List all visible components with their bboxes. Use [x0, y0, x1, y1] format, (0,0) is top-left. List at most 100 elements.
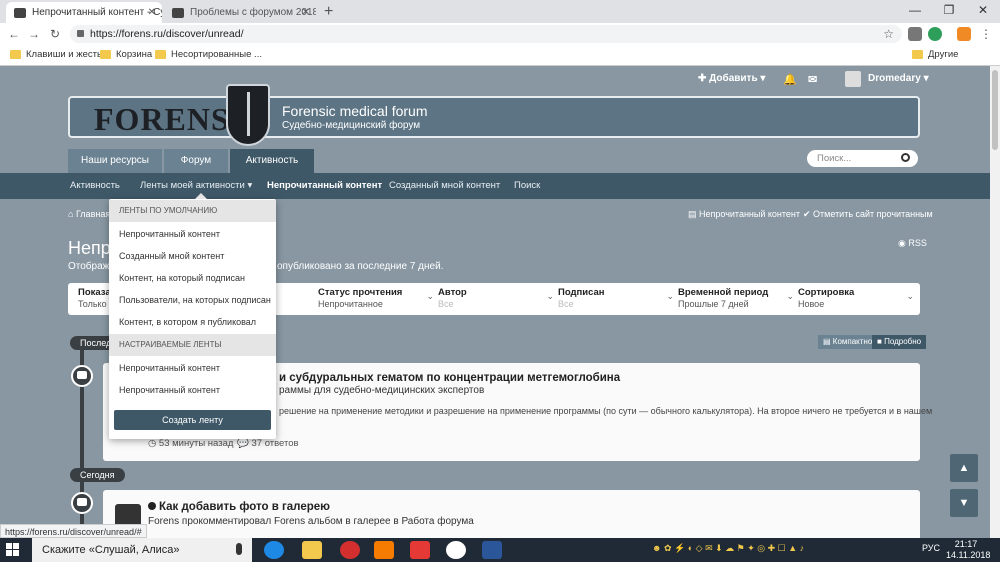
- shield-sword-logo-icon: [226, 84, 270, 146]
- microphone-icon[interactable]: [236, 543, 242, 555]
- clock[interactable]: 21:17 14.11.2018: [946, 539, 990, 561]
- item-replies[interactable]: 💬 37 ответов: [237, 438, 299, 449]
- minimize-icon[interactable]: —: [898, 0, 932, 23]
- messages-envelope-icon[interactable]: ✉: [808, 73, 817, 86]
- stream-unread[interactable]: Непрочитанный контент: [119, 229, 220, 239]
- yandex-browser-icon[interactable]: [446, 541, 466, 559]
- search-input[interactable]: Поиск...: [807, 150, 918, 167]
- reload-icon[interactable]: ↻: [47, 25, 63, 43]
- chevron-down-icon: ⌄: [906, 291, 914, 301]
- subnav-unread[interactable]: Непрочитанный контент: [267, 180, 382, 191]
- unread-dot-icon: [148, 502, 156, 510]
- comment-icon: [71, 365, 93, 387]
- item-title[interactable]: Как добавить фото в галерею: [148, 501, 330, 513]
- item-subtitle[interactable]: раммы для судебно-медицинских экспертов: [279, 385, 484, 396]
- address-bar[interactable]: https://forens.ru/discover/unread/ ☆: [70, 25, 902, 43]
- close-tab-icon[interactable]: ✕: [148, 2, 156, 23]
- scroll-up-button[interactable]: ▲: [950, 454, 978, 482]
- site-subtitle: Судебно-медицинский форум: [282, 120, 421, 131]
- folder-icon: [100, 50, 111, 59]
- extension-icon[interactable]: [957, 27, 971, 41]
- file-explorer-icon[interactable]: [302, 541, 322, 559]
- page-scrollbar[interactable]: [990, 66, 1000, 538]
- notifications-bell-icon[interactable]: 🔔: [783, 73, 797, 86]
- extension-icon[interactable]: [928, 27, 942, 41]
- settings-app-icon[interactable]: [374, 541, 394, 559]
- tab-title: Непрочитанный контент - Судебно-медицинс…: [32, 7, 162, 18]
- activity-item[interactable]: Как добавить фото в галерею Forens проко…: [103, 490, 920, 538]
- language-indicator[interactable]: РУС: [922, 543, 940, 553]
- browser-toolbar: ← → ↻ https://forens.ru/discover/unread/…: [0, 23, 1000, 45]
- filter-sort[interactable]: Сортировка Новое ⌄: [798, 287, 916, 309]
- folder-icon: [155, 50, 166, 59]
- tab-forum[interactable]: Форум: [164, 149, 228, 173]
- search-icon[interactable]: [901, 153, 910, 162]
- browser-tabstrip: Непрочитанный контент - Судебно-медицинс…: [0, 0, 1000, 23]
- windows-start-icon[interactable]: [6, 543, 20, 557]
- folder-icon: [912, 50, 923, 59]
- tab-resources[interactable]: Наши ресурсы: [68, 149, 162, 173]
- breadcrumb[interactable]: ⌂ Главная: [68, 209, 110, 219]
- user-menu[interactable]: Dromedary ▾: [868, 73, 929, 84]
- stream-followed-users[interactable]: Пользователи, на которых подписан: [119, 295, 271, 305]
- bookmark-item[interactable]: Клавиши и жесты: [10, 48, 104, 62]
- chevron-down-icon: ⌄: [786, 291, 794, 301]
- taskbar-search-box[interactable]: Скажите «Слушай, Алиса»: [32, 538, 252, 562]
- menu-icon[interactable]: ⋮: [978, 25, 994, 43]
- view-detailed-button[interactable]: ■ Подробно: [872, 335, 927, 349]
- custom-stream-item[interactable]: Непрочитанный контент: [119, 363, 220, 373]
- close-tab-icon[interactable]: ✕: [302, 2, 310, 23]
- unread-link[interactable]: ▤ Непрочитанный контент: [688, 209, 800, 220]
- item-title[interactable]: и субдуральных гематом по концентрации м…: [279, 372, 620, 384]
- filter-author[interactable]: Автор Все ⌄: [438, 287, 556, 309]
- chevron-down-icon: ⌄: [426, 291, 434, 301]
- scroll-down-button[interactable]: ▼: [950, 489, 978, 517]
- folder-icon: [10, 50, 21, 59]
- custom-stream-item[interactable]: Непрочитанный контент: [119, 385, 220, 395]
- add-content-button[interactable]: ✚ Добавить ▾: [698, 73, 765, 84]
- bookmark-item[interactable]: Корзина: [100, 48, 152, 62]
- edge-browser-icon[interactable]: [264, 541, 284, 559]
- site-header-banner[interactable]: FORENS Forensic medical forum Судебно-ме…: [68, 84, 920, 146]
- item-snippet: решение на применение методики и разреше…: [279, 406, 933, 416]
- tab-forum-problems[interactable]: Проблемы с форумом 2018? - Forens ✕: [164, 2, 316, 23]
- subnav-my-content[interactable]: Созданный мной контент: [389, 180, 500, 191]
- create-stream-button[interactable]: Создать ленту: [114, 410, 271, 430]
- item-time: ◷ 53 минуты назад: [148, 438, 234, 449]
- word-icon[interactable]: [482, 541, 502, 559]
- tray-icons[interactable]: ☻ ✿ ⚡ ◐ ◇ ✉ ⬇ ☁ ⚑ ✦ ◎ ✚ ☐ ▲ ♪: [652, 543, 804, 554]
- stream-followed-content[interactable]: Контент, на который подписан: [119, 273, 245, 283]
- opera-icon[interactable]: [340, 541, 360, 559]
- chevron-down-icon: ⌄: [666, 291, 674, 301]
- back-icon[interactable]: ←: [6, 25, 22, 43]
- forward-icon[interactable]: →: [26, 25, 42, 43]
- status-url: https://forens.ru/discover/unread/#: [0, 524, 147, 538]
- forum-favicon-icon: [14, 8, 26, 18]
- tab-activity[interactable]: Активность: [230, 149, 314, 173]
- bookmark-star-icon[interactable]: ☆: [883, 25, 894, 43]
- subnav-activity[interactable]: Активность: [70, 180, 120, 191]
- camera-icon[interactable]: [908, 27, 922, 41]
- filter-followed[interactable]: Подписан Все ⌄: [558, 287, 676, 309]
- stream-my-content[interactable]: Созданный мной контент: [119, 251, 224, 261]
- view-compact-button[interactable]: ▤ Компактно: [818, 335, 878, 349]
- maximize-icon[interactable]: ❐: [932, 0, 966, 23]
- close-window-icon[interactable]: ✕: [966, 0, 1000, 23]
- stream-posted-in[interactable]: Контент, в котором я публиковал: [119, 317, 256, 327]
- filter-read-status[interactable]: Статус прочтения Непрочитанное ⌄: [318, 287, 436, 309]
- avatar[interactable]: [845, 71, 861, 87]
- rss-link[interactable]: ◉ RSS: [898, 238, 927, 249]
- yandex-icon[interactable]: [410, 541, 430, 559]
- page-description-end: опубликовано за последние 7 дней.: [277, 261, 444, 272]
- mark-site-read-button[interactable]: ✔ Отметить сайт прочитанным: [803, 209, 933, 220]
- url-text: https://forens.ru/discover/unread/: [90, 28, 244, 40]
- tab-unread-content[interactable]: Непрочитанный контент - Судебно-медицинс…: [6, 2, 162, 23]
- site-logo-text: FORENS: [94, 101, 230, 137]
- dropdown-header-custom: НАСТРАИВАЕМЫЕ ЛЕНТЫ: [109, 334, 276, 356]
- new-tab-icon[interactable]: +: [324, 2, 333, 21]
- subnav-search[interactable]: Поиск: [514, 180, 540, 191]
- page-description-start: Отображ: [68, 261, 110, 272]
- subnav-my-streams[interactable]: Ленты моей активности ▾: [140, 180, 252, 191]
- bookmark-item[interactable]: Несортированные ...: [155, 48, 262, 62]
- filter-time-period[interactable]: Временной период Прошлые 7 дней ⌄: [678, 287, 796, 309]
